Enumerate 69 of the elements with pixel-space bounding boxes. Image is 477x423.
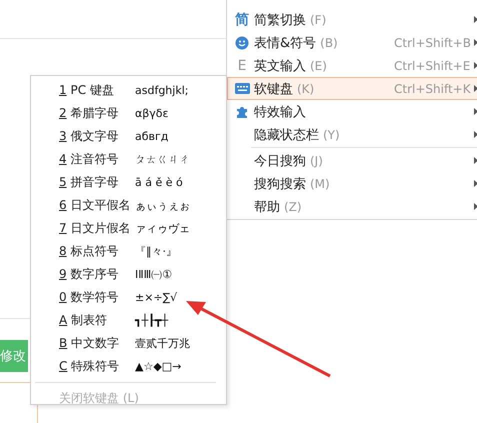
shortcut-text: Ctrl+Shift+E (394, 58, 470, 72)
submenu-arrow-icon (474, 157, 477, 164)
sample-characters: абвгд (135, 130, 168, 143)
sample-characters: ┓┼┠┳┼ (135, 314, 168, 327)
glyph-icon: E (238, 58, 246, 74)
menu-item[interactable]: E 英文输入 (E) Ctrl+Shift+E (227, 54, 477, 77)
submenu-arrow-icon (474, 39, 477, 46)
access-key: (Z) (284, 200, 302, 214)
access-key: (E) (310, 58, 327, 72)
glyph-icon: 简 (235, 10, 249, 28)
menu-item[interactable]: 6 日文平假名 ぁぃぅぇぉ (31, 194, 226, 217)
menu-item[interactable]: 3 俄文字母 абвгд (31, 125, 226, 148)
submenu-arrow-icon (474, 180, 477, 187)
sample-characters: 壹贰千万兆 (135, 336, 190, 351)
sample-characters: ±×÷∑√ (135, 291, 178, 304)
sample-characters: ァィゥヴェ (135, 221, 190, 236)
menu-item[interactable]: A 制表符 ┓┼┠┳┼ (31, 309, 226, 332)
shortcut-text: Ctrl+Shift+B (394, 36, 471, 50)
sample-characters: ぁぃぅぇぉ (135, 198, 190, 213)
menu-item[interactable]: 4 注音符号 ㄆㄊㄍㄐㄔ (31, 148, 226, 171)
access-key: (M) (310, 176, 330, 190)
menu-item-label: 表情&符号 (254, 34, 316, 52)
menu-item[interactable]: C 特殊符号 ▲☆◆□→ (31, 355, 226, 378)
menu-item[interactable]: 0 数学符号 ±×÷∑√ (31, 286, 226, 309)
menu-item[interactable]: 1 PC 键盘 asdfghjkl; (31, 79, 226, 102)
submenu-arrow-icon (474, 108, 477, 115)
shortcut-text: Ctrl+Shift+K (394, 82, 471, 96)
sample-characters: ▲☆◆□→ (135, 360, 182, 373)
menu-item-label: 特效输入 (254, 104, 306, 120)
menu-item[interactable]: 8 标点符号 『‖々·』 (31, 240, 226, 263)
menu-item[interactable]: 帮助 (Z) (227, 195, 477, 218)
menu-item[interactable]: 软键盘 (K) Ctrl+Shift+K (227, 77, 477, 100)
access-key: (J) (310, 154, 323, 168)
menu-item-label: 搜狗搜索 (254, 176, 306, 192)
access-key: (K) (297, 82, 314, 96)
menu-item[interactable]: B 中文数字 壹贰千万兆 (31, 332, 226, 355)
keyboard-icon (234, 83, 250, 94)
smiley-icon (235, 36, 249, 50)
sample-characters: 『‖々·』 (135, 244, 177, 259)
submenu-arrow-icon (474, 203, 477, 210)
menu-item[interactable]: 今日搜狗 (J) (227, 149, 477, 172)
submenu-arrow-icon (474, 85, 477, 92)
menu-item[interactable]: 特效输入 (227, 100, 477, 123)
access-key: (Y) (323, 128, 340, 142)
sample-characters: ⅠⅡⅢ㈠① (135, 267, 172, 282)
access-key: (B) (320, 36, 338, 50)
sample-characters: asdfghjkl; (135, 84, 188, 97)
submenu-arrow-icon (474, 16, 477, 23)
access-key: (F) (310, 12, 326, 26)
menu-item[interactable]: 9 数字序号 ⅠⅡⅢ㈠① (31, 263, 226, 286)
submenu-arrow-icon (474, 131, 477, 138)
sample-characters: ㄆㄊㄍㄐㄔ (135, 152, 190, 167)
menu-item-label: 帮助 (254, 198, 280, 216)
menu-item-label: 隐藏状态栏 (254, 126, 319, 144)
sample-characters: ā á ě è ó (135, 176, 183, 189)
menu-item[interactable]: 表情&符号 (B) Ctrl+Shift+B (227, 31, 477, 54)
puzzle-icon (235, 104, 249, 118)
menu-item[interactable]: 5 拼音字母 ā á ě è ó (31, 171, 226, 194)
menu-item[interactable]: 隐藏状态栏 (Y) (227, 123, 477, 146)
menu-item[interactable]: 7 日文片假名 ァィゥヴェ (31, 217, 226, 240)
menu-item[interactable]: 2 希腊字母 αβγδε (31, 102, 226, 125)
menu-item-label: 英文输入 (254, 58, 306, 74)
menu-item[interactable]: 简 简繁切换 (F) (227, 8, 477, 31)
submenu-arrow-icon (474, 62, 477, 69)
menu-item[interactable]: 搜狗搜索 (M) (227, 172, 477, 195)
menu-item-label: 软键盘 (254, 80, 293, 98)
menu-item-label: 简繁切换 (254, 12, 306, 28)
sample-characters: αβγδε (135, 107, 168, 120)
menu-item-label: 今日搜狗 (254, 152, 306, 170)
